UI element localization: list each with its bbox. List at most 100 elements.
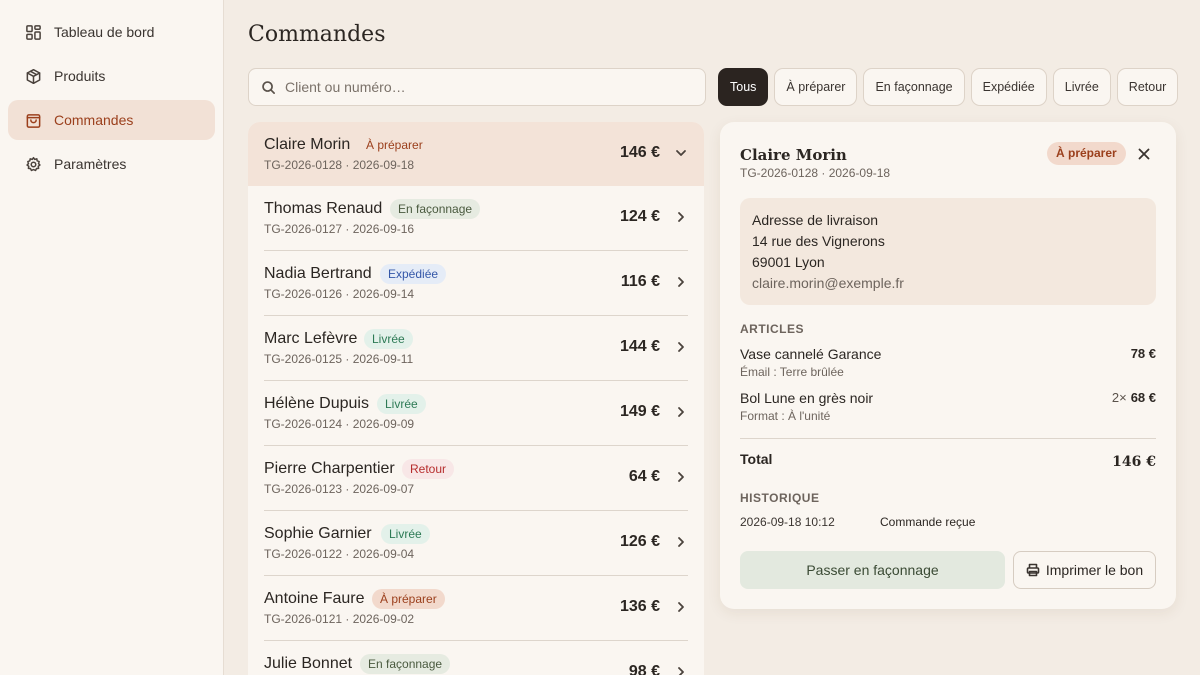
shipping-address: Adresse de livraison 14 rue des Vigneron… (740, 198, 1156, 305)
chevron-right-icon[interactable] (674, 405, 688, 419)
order-meta: TG-2026-0126 · 2026-09-14 (264, 287, 415, 301)
order-customer-name: Pierre Charpentier (264, 460, 395, 477)
filter-all[interactable]: Tous (718, 68, 769, 106)
article-name: Vase cannelé Garance (740, 346, 882, 362)
search-box[interactable] (248, 68, 706, 106)
status-badge: Retour (402, 459, 455, 479)
order-customer-name: Hélène Dupuis (264, 395, 369, 412)
article-name: Bol Lune en grès noir (740, 390, 874, 406)
order-row[interactable]: Marc Lefèvre Livrée TG-2026-0125 · 2026-… (264, 316, 688, 381)
total-value: 146 € (1112, 454, 1156, 470)
order-meta: TG-2026-0124 · 2026-09-09 (264, 417, 415, 431)
order-amount: 124 € (619, 208, 660, 225)
advance-status-button[interactable]: Passer en façonnage (740, 551, 1005, 589)
customer-email: claire.morin@exemple.fr (752, 275, 904, 291)
status-badge: Expédiée (380, 264, 447, 284)
filter-delivered[interactable]: Livrée (1052, 68, 1111, 106)
chevron-right-icon[interactable] (674, 275, 688, 289)
order-meta: TG-2026-0121 · 2026-09-02 (264, 612, 415, 626)
divider (740, 438, 1156, 439)
search-icon (262, 80, 275, 94)
order-meta: TG-2026-0123 · 2026-09-07 (264, 482, 415, 496)
order-amount: 149 € (619, 403, 660, 420)
box-icon (24, 67, 42, 85)
order-meta: TG-2026-0122 · 2026-09-04 (264, 547, 415, 561)
filter-return[interactable]: Retour (1116, 68, 1179, 106)
detail-customer-name: Claire Morin (740, 146, 847, 164)
order-amount: 98 € (628, 663, 660, 675)
chevron-right-icon[interactable] (674, 535, 688, 549)
print-slip-button[interactable]: Imprimer le bon (1013, 551, 1156, 589)
sidebar-item-label: Tableau de bord (54, 24, 155, 40)
order-amount: 136 € (619, 598, 660, 615)
order-amount: 144 € (619, 338, 660, 355)
status-badge: En façonnage (390, 199, 481, 219)
order-amount: 146 € (619, 144, 660, 161)
order-amount: 126 € (619, 533, 660, 550)
article-item: Bol Lune en grès noir Format : À l'unité… (740, 390, 1156, 423)
close-icon[interactable] (1136, 146, 1152, 162)
sidebar-item-orders[interactable]: Commandes (8, 100, 215, 140)
history-date: 2026-09-18 10:12 (740, 515, 835, 529)
chevron-right-icon[interactable] (674, 340, 688, 354)
print-slip-label: Imprimer le bon (1045, 562, 1144, 578)
sidebar-item-label: Produits (54, 68, 106, 84)
chevron-right-icon[interactable] (674, 470, 688, 484)
sidebar-item-dashboard[interactable]: Tableau de bord (8, 12, 215, 52)
total-label: Total (740, 451, 773, 467)
status-badge: En façonnage (360, 654, 451, 674)
filter-shipped[interactable]: Expédiée (970, 68, 1047, 106)
order-meta: TG-2026-0128 · 2026-09-18 (264, 158, 415, 172)
order-row[interactable]: Thomas Renaud En façonnage TG-2026-0127 … (264, 186, 688, 251)
article-quantity: 2× (1111, 390, 1127, 405)
gear-icon (24, 155, 42, 173)
dashboard-icon (24, 23, 42, 41)
order-row[interactable]: Sophie Garnier Livrée TG-2026-0122 · 202… (264, 511, 688, 576)
article-item: Vase cannelé Garance Émail : Terre brûlé… (740, 346, 1156, 379)
order-customer-name: Nadia Bertrand (264, 265, 372, 282)
history-event: Commande reçue (880, 515, 976, 529)
sidebar-item-products[interactable]: Produits (8, 56, 215, 96)
article-price: 68 € (1130, 390, 1156, 405)
chevron-right-icon[interactable] (674, 210, 688, 224)
status-badge: Livrée (364, 329, 413, 349)
chevron-right-icon[interactable] (674, 600, 688, 614)
article-option: Émail : Terre brûlée (740, 365, 844, 379)
detail-status-badge: À préparer (1047, 142, 1126, 165)
article-price: 78 € (1130, 346, 1156, 361)
order-meta: TG-2026-0127 · 2026-09-16 (264, 222, 415, 236)
sidebar-item-label: Commandes (54, 112, 134, 128)
order-row[interactable]: Hélène Dupuis Livrée TG-2026-0124 · 2026… (264, 381, 688, 446)
status-badge: Livrée (377, 394, 426, 414)
sidebar-item-settings[interactable]: Paramètres (8, 144, 215, 184)
order-customer-name: Marc Lefèvre (264, 330, 358, 347)
address-line-1: 14 rue des Vignerons (752, 233, 885, 249)
order-meta: TG-2026-0125 · 2026-09-11 (264, 352, 414, 366)
sidebar-item-label: Paramètres (54, 156, 127, 172)
order-row[interactable]: Julie Bonnet En façonnage 98 € (264, 641, 688, 675)
shopping-bag-icon (24, 111, 42, 129)
order-customer-name: Antoine Faure (264, 590, 365, 607)
article-option: Format : À l'unité (740, 409, 831, 423)
order-detail-panel: Claire Morin TG-2026-0128 · 2026-09-18 À… (720, 122, 1176, 609)
order-amount: 64 € (628, 468, 660, 485)
history-heading: HISTORIQUE (740, 491, 820, 505)
filter-to-prepare[interactable]: À préparer (774, 68, 858, 106)
order-row[interactable]: Nadia Bertrand Expédiée TG-2026-0126 · 2… (264, 251, 688, 316)
order-row-selected[interactable]: Claire Morin À préparer TG-2026-0128 · 2… (248, 122, 704, 186)
status-badge: Livrée (381, 524, 430, 544)
printer-icon (1026, 563, 1040, 577)
order-row[interactable]: Pierre Charpentier Retour TG-2026-0123 ·… (264, 446, 688, 511)
chevron-right-icon[interactable] (674, 665, 688, 675)
status-badge: À préparer (366, 138, 423, 152)
articles-heading: ARTICLES (740, 322, 804, 336)
detail-order-meta: TG-2026-0128 · 2026-09-18 (740, 166, 891, 180)
order-row[interactable]: Antoine Faure À préparer TG-2026-0121 · … (264, 576, 688, 641)
search-input[interactable] (285, 79, 685, 95)
order-customer-name: Julie Bonnet (264, 655, 353, 672)
status-filters: Tous À préparer En façonnage Expédiée Li… (718, 68, 1179, 106)
filter-in-shaping[interactable]: En façonnage (863, 68, 965, 106)
chevron-down-icon[interactable] (674, 146, 688, 160)
status-badge: À préparer (372, 589, 445, 609)
order-customer-name: Thomas Renaud (264, 200, 383, 217)
